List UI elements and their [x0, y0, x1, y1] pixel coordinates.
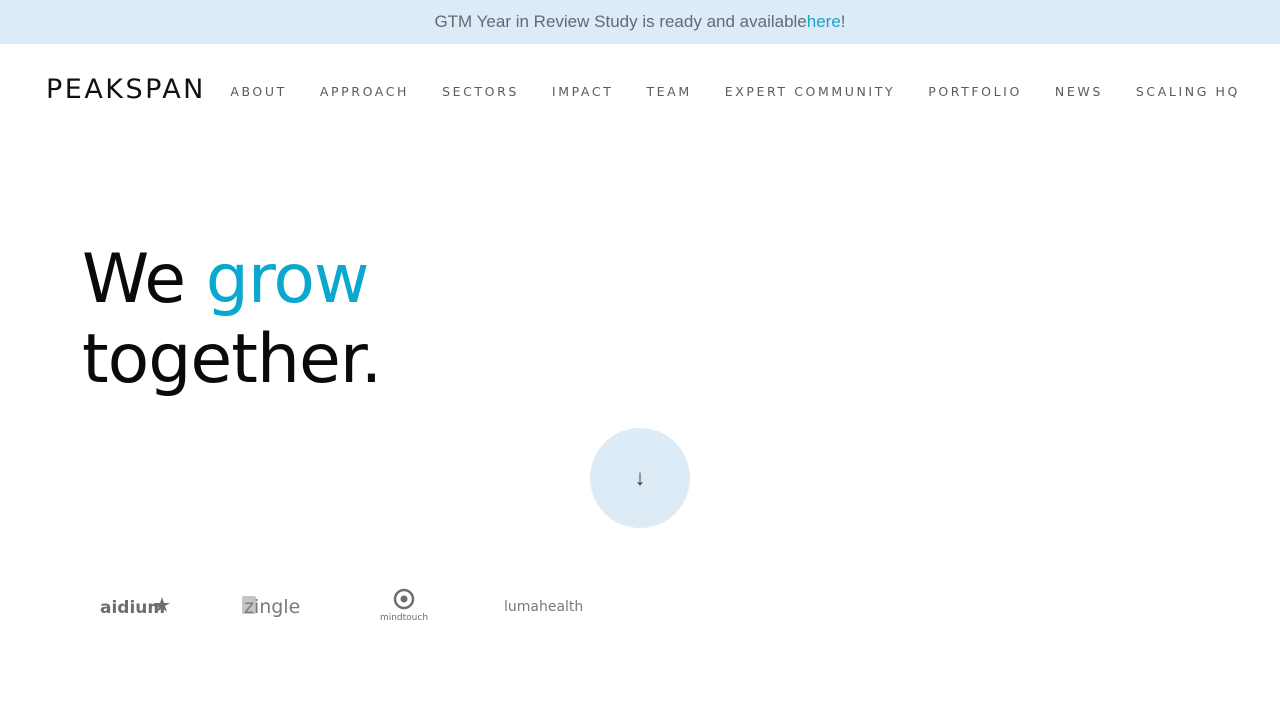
client-logo-zingle: zingle — [242, 588, 304, 622]
nav-item-expert-community[interactable]: EXPERT COMMUNITY — [725, 84, 895, 99]
aidium-logo-icon: aidium — [100, 597, 170, 618]
svg-text:zingle: zingle — [244, 596, 300, 618]
svg-text:lumahealth: lumahealth — [504, 599, 583, 615]
banner-text: GTM Year in Review Study is ready and av… — [434, 12, 807, 31]
client-logo-lumahealth: lumahealth — [504, 588, 584, 622]
nav-item-approach[interactable]: APPROACH — [320, 84, 409, 99]
hero-headline: We grow together. — [82, 240, 382, 400]
mindtouch-logo-icon: mindtouch — [380, 588, 428, 622]
nav-item-sectors[interactable]: SECTORS — [442, 84, 519, 99]
arrow-down-icon: ↓ — [634, 465, 646, 490]
zingle-logo-icon: zingle — [242, 596, 300, 618]
hero-line1-start: We — [82, 240, 206, 319]
client-logo-aidium: aidium — [100, 588, 172, 622]
nav-item-portfolio[interactable]: PORTFOLIO — [928, 84, 1022, 99]
nav-item-team[interactable]: TEAM — [646, 84, 691, 99]
scroll-down-button[interactable]: ↓ — [590, 428, 690, 528]
svg-text:aidium: aidium — [100, 598, 165, 618]
announcement-banner: GTM Year in Review Study is ready and av… — [0, 0, 1280, 44]
client-logos: aidium zingle mindtouch lumahealth — [100, 588, 654, 622]
nav-item-about[interactable]: ABOUT — [230, 84, 287, 99]
logo-text: PEAKSPAN — [46, 74, 206, 105]
hero-line2: together. — [82, 320, 382, 399]
site-logo[interactable]: PEAKSPAN — [46, 74, 206, 105]
client-logo-mindtouch: mindtouch — [374, 588, 434, 622]
lumahealth-logo-icon: lumahealth — [504, 599, 583, 615]
svg-text:mindtouch: mindtouch — [380, 613, 428, 622]
hero-line1-accent: grow — [205, 240, 370, 319]
nav-item-news[interactable]: NEWS — [1055, 84, 1103, 99]
banner-link[interactable]: here — [807, 12, 841, 32]
nav-item-impact[interactable]: IMPACT — [552, 84, 614, 99]
banner-suffix: ! — [840, 12, 846, 31]
main-nav: ABOUT APPROACH SECTORS IMPACT TEAM EXPER… — [197, 84, 1240, 99]
nav-item-scaling-hq[interactable]: SCALING HQ — [1136, 84, 1240, 99]
